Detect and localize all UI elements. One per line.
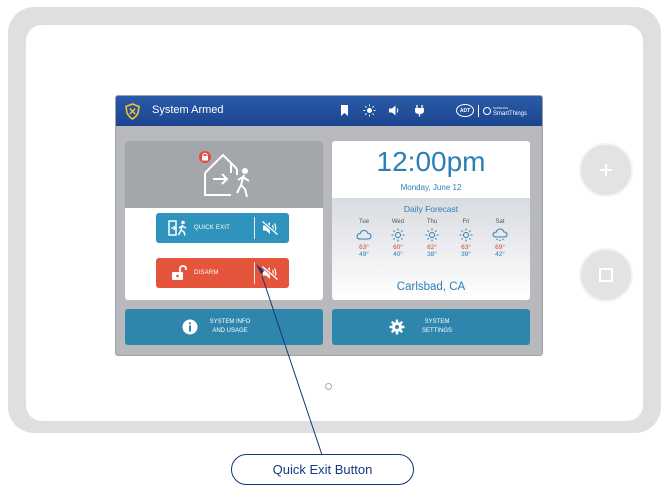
forecast-day: Sat 69° 42° bbox=[488, 219, 512, 258]
button-separator bbox=[254, 217, 255, 239]
touchscreen: System Armed ADT SAMSUNG SmartThings QUI… bbox=[115, 95, 543, 356]
arm-panel: QUICK EXIT DISARM bbox=[125, 141, 323, 300]
plug-icon[interactable] bbox=[413, 104, 426, 117]
clock-time: 12:00pm bbox=[376, 146, 486, 177]
forecast-low: 39° bbox=[461, 251, 471, 258]
clock-date: Monday, June 12 bbox=[400, 183, 462, 192]
forecast-high: 63° bbox=[461, 244, 471, 251]
system-settings-label-line1: SYSTEM bbox=[424, 319, 450, 325]
forecast-day-name: Fri bbox=[462, 219, 470, 225]
house-exit-icon bbox=[199, 151, 250, 198]
info-icon bbox=[182, 319, 198, 335]
forecast-day: Tue 63° 49° bbox=[352, 219, 376, 258]
indicator-light bbox=[325, 383, 332, 390]
disarm-button[interactable]: DISARM bbox=[156, 258, 289, 288]
mute-icon[interactable] bbox=[261, 265, 279, 281]
shield-x-icon bbox=[125, 103, 140, 120]
stage: System Armed ADT SAMSUNG SmartThings QUI… bbox=[0, 0, 668, 489]
quick-exit-icon bbox=[168, 220, 187, 236]
status-icons bbox=[338, 104, 426, 117]
brand-logos: ADT SAMSUNG SmartThings bbox=[456, 104, 527, 117]
forecast-day: Wed 60° 40° bbox=[386, 219, 410, 258]
square-icon bbox=[599, 268, 613, 282]
system-info-label-line1: SYSTEM INFO bbox=[209, 319, 251, 325]
gear-icon bbox=[389, 319, 405, 335]
forecast-title: Daily Forecast bbox=[403, 204, 459, 214]
forecast-day: Fri 63° 39° bbox=[454, 219, 478, 258]
system-status: System Armed bbox=[152, 104, 224, 116]
brand-divider bbox=[478, 104, 479, 117]
mute-icon[interactable] bbox=[261, 220, 279, 236]
plus-icon bbox=[600, 164, 612, 176]
forecast-low: 42° bbox=[495, 251, 505, 258]
system-settings-label-line2: SETTINGS bbox=[421, 328, 452, 334]
cloudy-icon bbox=[356, 229, 372, 240]
clock-weather-panel: 12:00pm Monday, June 12 Daily Forecast T… bbox=[332, 141, 530, 300]
forecast-high: 62° bbox=[427, 244, 437, 251]
forecast-high: 69° bbox=[495, 244, 505, 251]
status-bar: System Armed ADT SAMSUNG SmartThings bbox=[116, 96, 542, 126]
forecast-day-name: Thu bbox=[426, 219, 438, 225]
smartthings-wordmark: SmartThings bbox=[493, 110, 528, 117]
forecast-day: Thu 62° 38° bbox=[420, 219, 444, 258]
forecast-city: Carlsbad, CA bbox=[396, 281, 466, 293]
sunny-icon bbox=[391, 228, 405, 242]
system-settings-label: SYSTEM SETTINGS bbox=[412, 318, 462, 336]
quick-exit-button[interactable]: QUICK EXIT bbox=[156, 213, 289, 243]
button-separator bbox=[254, 262, 255, 284]
quick-exit-label: QUICK EXIT bbox=[194, 225, 231, 231]
forecast-low: 40° bbox=[393, 251, 403, 258]
system-settings-button[interactable]: SYSTEM SETTINGS bbox=[332, 309, 530, 345]
system-info-label: SYSTEM INFO AND USAGE bbox=[205, 318, 255, 336]
sunny-icon bbox=[425, 228, 439, 242]
speaker-icon[interactable] bbox=[388, 104, 401, 117]
disarm-label: DISARM bbox=[194, 270, 219, 276]
forecast-day-name: Tue bbox=[358, 219, 370, 225]
forecast-day-name: Wed bbox=[391, 219, 405, 225]
rain-icon bbox=[492, 228, 508, 242]
forecast-high: 63° bbox=[359, 244, 369, 251]
smartthings-logo: SAMSUNG SmartThings bbox=[483, 105, 527, 117]
weather-forecast: Daily Forecast Tue 63° 49° Wed 60° 40° T… bbox=[332, 198, 530, 300]
system-info-button[interactable]: SYSTEM INFO AND USAGE bbox=[125, 309, 323, 345]
forecast-low: 38° bbox=[427, 251, 437, 258]
forecast-high: 60° bbox=[393, 244, 403, 251]
forecast-low: 49° bbox=[359, 251, 369, 258]
adt-logo: ADT bbox=[456, 104, 474, 117]
forecast-days: Tue 63° 49° Wed 60° 40° Thu 62° 38° Fri … bbox=[352, 219, 512, 258]
system-info-label-line2: AND USAGE bbox=[212, 328, 248, 334]
sunny-icon bbox=[459, 228, 473, 242]
unlock-icon bbox=[172, 265, 187, 280]
smartthings-ring-icon bbox=[483, 106, 491, 115]
square-hardware-button[interactable] bbox=[579, 248, 633, 302]
callout-label: Quick Exit Button bbox=[231, 454, 414, 485]
arm-status-illustration bbox=[125, 141, 323, 208]
plus-hardware-button[interactable] bbox=[579, 143, 633, 197]
brightness-icon[interactable] bbox=[363, 104, 376, 117]
bookmark-icon[interactable] bbox=[338, 104, 351, 117]
forecast-day-name: Sat bbox=[495, 219, 505, 225]
